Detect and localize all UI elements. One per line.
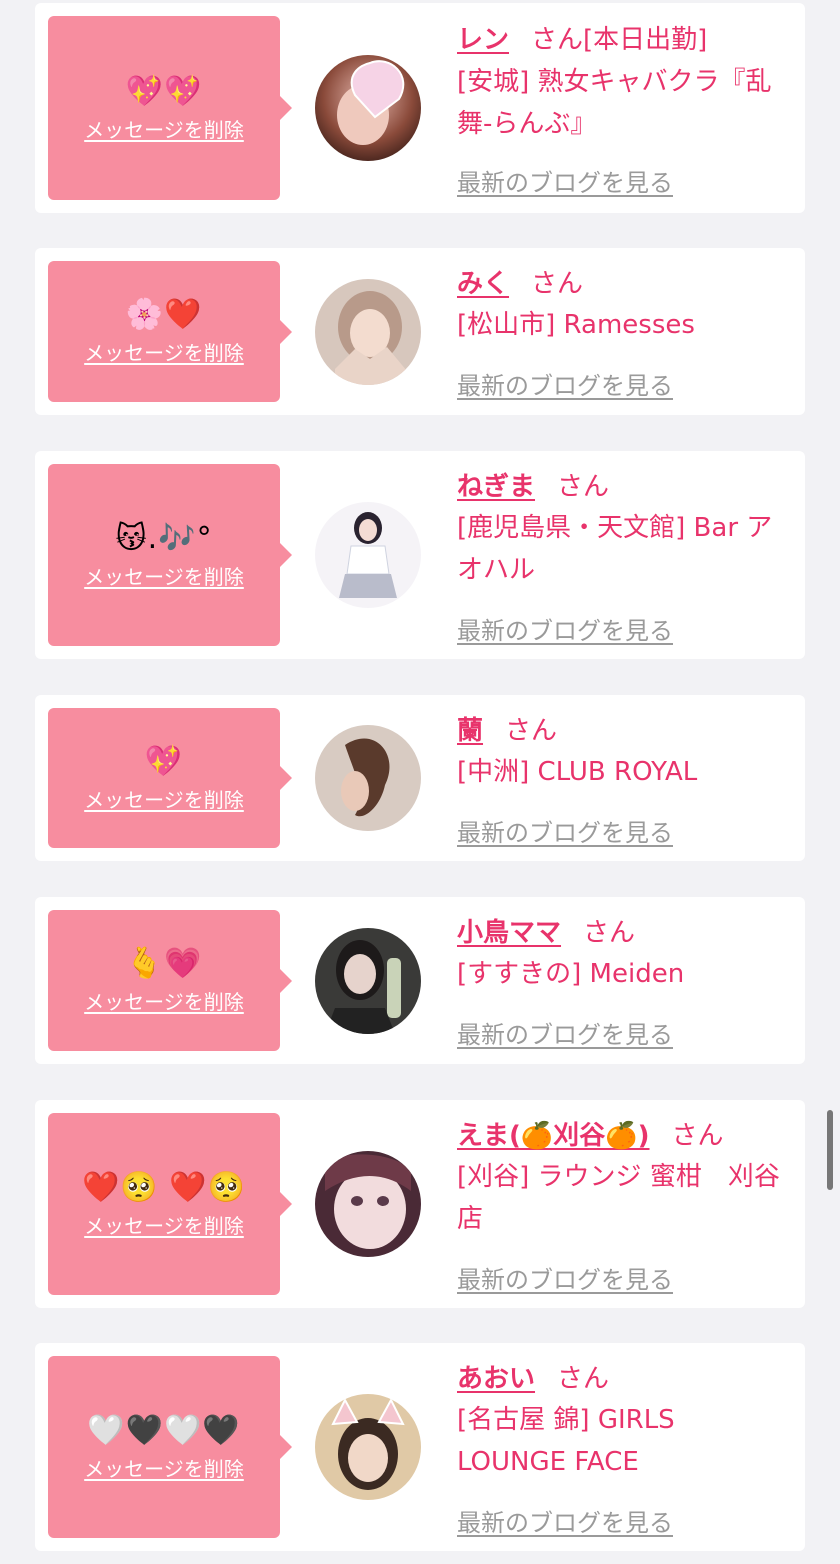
delete-message-button[interactable]: メッセージを削除 — [84, 1453, 244, 1482]
message-panel: ❤️🥺 ❤️🥺 メッセージを削除 — [48, 1113, 292, 1295]
message-emoji: 🤍🖤🤍🖤 — [87, 1412, 241, 1448]
message-panel: 🌸❤️ メッセージを削除 — [48, 261, 292, 402]
member-info: 小鳥ママ さん [すすきの] Meiden — [457, 913, 791, 995]
delete-message-button[interactable]: メッセージを削除 — [84, 784, 244, 813]
latest-blog-link[interactable]: 最新のブログを見る — [457, 1015, 673, 1050]
message-panel: 🫰💗 メッセージを削除 — [48, 910, 292, 1051]
avatar-icon[interactable] — [315, 928, 421, 1034]
message-card: 🌸❤️ メッセージを削除 みく さん [松山市] Ramesses 最新のブログを… — [35, 248, 805, 415]
member-name-link[interactable]: レン — [457, 25, 509, 55]
honorific: さん — [671, 1121, 724, 1151]
honorific: さん — [557, 1364, 610, 1394]
delete-message-button[interactable]: メッセージを削除 — [84, 561, 244, 590]
message-list: 💖💖 メッセージを削除 レン さん[本日出勤] [安城] 熟女キャバクラ『乱舞-ら… — [0, 0, 840, 1564]
member-name-link[interactable]: ねぎま — [457, 472, 535, 502]
message-card: 💖 メッセージを削除 蘭さん [中洲] CLUB ROYAL 最新のブログを見る — [35, 695, 805, 861]
delete-message-button[interactable]: メッセージを削除 — [84, 114, 244, 143]
message-card: 💖💖 メッセージを削除 レン さん[本日出勤] [安城] 熟女キャバクラ『乱舞-ら… — [35, 3, 805, 213]
scrollbar[interactable] — [827, 1110, 833, 1190]
shop-name: [中洲] CLUB ROYAL — [457, 757, 698, 787]
shop-name: [すすきの] Meiden — [457, 959, 685, 989]
message-panel: 💖 メッセージを削除 — [48, 708, 292, 848]
message-card: 😽.🎶° メッセージを削除 ねぎま さん [鹿児島県・天文館] Bar アオハル … — [35, 451, 805, 659]
avatar-icon[interactable] — [315, 55, 421, 161]
message-emoji: 🌸❤️ — [125, 297, 203, 332]
message-card: 🤍🖤🤍🖤 メッセージを削除 あおい さん [名古屋 錦] GIRLS LOUNGE… — [35, 1343, 805, 1551]
delete-message-button[interactable]: メッセージを削除 — [84, 1210, 244, 1239]
latest-blog-link[interactable]: 最新のブログを見る — [457, 1503, 673, 1538]
honorific: さん — [531, 269, 584, 299]
avatar-icon[interactable] — [315, 725, 421, 831]
member-info: ねぎま さん [鹿児島県・天文館] Bar アオハル — [457, 467, 791, 591]
message-panel: 🤍🖤🤍🖤 メッセージを削除 — [48, 1356, 292, 1538]
shop-name: [名古屋 錦] GIRLS LOUNGE FACE — [457, 1405, 675, 1477]
member-name-link[interactable]: みく — [457, 269, 509, 299]
member-info: えま(🍊刈谷🍊) さん [刈谷] ラウンジ 蜜柑 刈谷店 — [457, 1116, 791, 1240]
message-card: ❤️🥺 ❤️🥺 メッセージを削除 えま(🍊刈谷🍊) さん [刈谷] ラウンジ 蜜柑… — [35, 1100, 805, 1308]
message-panel: 💖💖 メッセージを削除 — [48, 16, 292, 200]
member-name-link[interactable]: 小鳥ママ — [457, 918, 561, 948]
latest-blog-link[interactable]: 最新のブログを見る — [457, 813, 673, 848]
message-emoji: 💖 — [144, 743, 184, 779]
avatar-icon[interactable] — [315, 1151, 421, 1257]
member-info: みく さん [松山市] Ramesses — [457, 264, 791, 346]
avatar-icon[interactable] — [315, 1394, 421, 1500]
member-info: 蘭さん [中洲] CLUB ROYAL — [457, 711, 791, 793]
member-name-link[interactable]: えま(🍊刈谷🍊) — [457, 1121, 650, 1151]
message-card: 🫰💗 メッセージを削除 小鳥ママ さん [すすきの] Meiden 最新のブログを… — [35, 897, 805, 1064]
shop-name: [安城] 熟女キャバクラ『乱舞-らんぶ』 — [457, 67, 772, 139]
message-emoji: ❤️🥺 ❤️🥺 — [82, 1169, 246, 1205]
message-emoji: 😽.🎶° — [115, 520, 213, 556]
latest-blog-link[interactable]: 最新のブログを見る — [457, 1260, 673, 1295]
avatar-icon[interactable] — [315, 502, 421, 608]
shop-name: [松山市] Ramesses — [457, 310, 695, 340]
shop-name: [鹿児島県・天文館] Bar アオハル — [457, 513, 773, 585]
delete-message-button[interactable]: メッセージを削除 — [84, 986, 244, 1015]
message-panel: 😽.🎶° メッセージを削除 — [48, 464, 292, 646]
message-emoji: 💖💖 — [125, 73, 203, 109]
honorific: さん — [505, 716, 558, 746]
delete-message-button[interactable]: メッセージを削除 — [84, 337, 244, 366]
member-name-link[interactable]: あおい — [457, 1364, 535, 1394]
latest-blog-link[interactable]: 最新のブログを見る — [457, 611, 673, 646]
honorific: さん — [531, 25, 584, 55]
honorific: さん — [557, 472, 610, 502]
latest-blog-link[interactable]: 最新のブログを見る — [457, 163, 673, 198]
honorific: さん — [583, 918, 636, 948]
shop-name: [刈谷] ラウンジ 蜜柑 刈谷店 — [457, 1162, 780, 1234]
status-suffix: [本日出勤] — [583, 25, 708, 55]
latest-blog-link[interactable]: 最新のブログを見る — [457, 366, 673, 401]
member-name-link[interactable]: 蘭 — [457, 716, 483, 746]
avatar-icon[interactable] — [315, 279, 421, 385]
member-info: レン さん[本日出勤] [安城] 熟女キャバクラ『乱舞-らんぶ』 — [457, 19, 791, 145]
member-info: あおい さん [名古屋 錦] GIRLS LOUNGE FACE — [457, 1359, 791, 1483]
message-emoji: 🫰💗 — [125, 946, 203, 981]
